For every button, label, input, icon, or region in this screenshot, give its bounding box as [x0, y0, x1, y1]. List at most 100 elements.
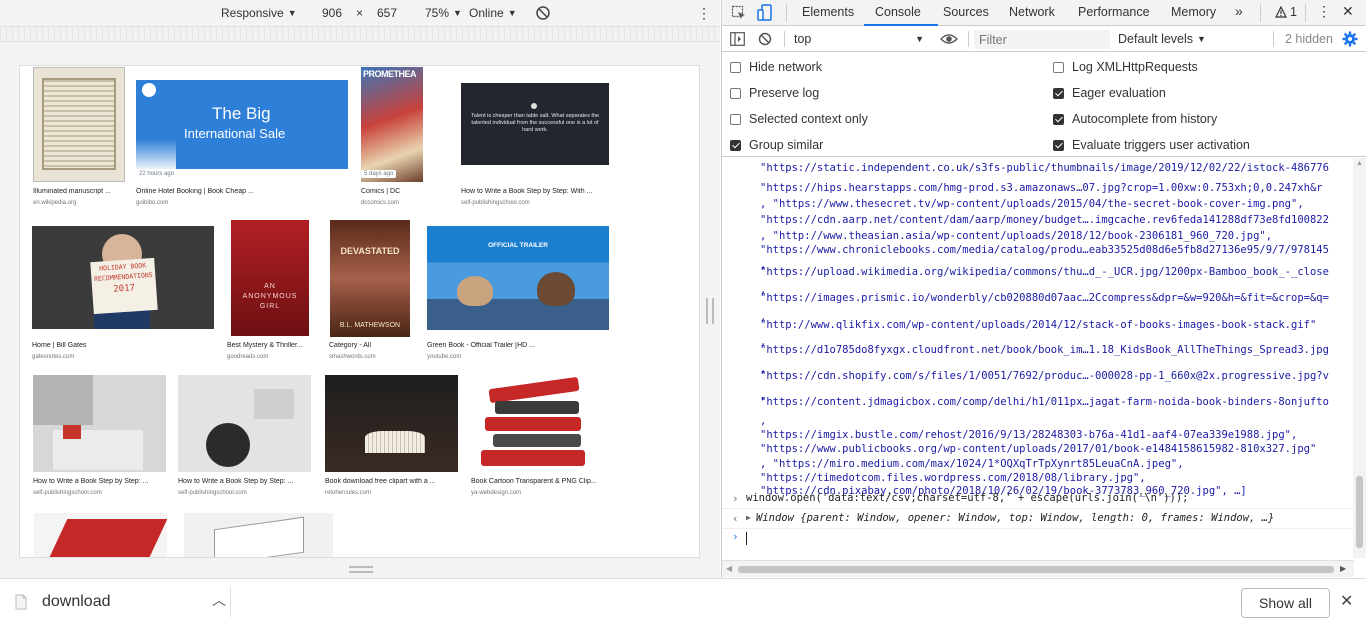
live-expression-button[interactable]	[940, 32, 958, 49]
result-card[interactable]: How to Write a Book Step by Step: ... se…	[178, 375, 311, 497]
console-url-line[interactable]: "https://hips.hearstapps.com/hmg-prod.s3…	[760, 182, 1323, 194]
clear-console-button[interactable]	[758, 32, 772, 49]
height-input[interactable]: 657	[377, 5, 397, 21]
browser-window: Responsive ▼ 906 × 657 75% ▼ Online ▼ ⋮ …	[0, 0, 1366, 623]
preserve-log-checkbox[interactable]: Preserve log	[730, 85, 819, 101]
console-command[interactable]: window.open('data:text/csv;charset=utf-8…	[746, 492, 1189, 504]
tab-separator	[786, 4, 787, 22]
scroll-up-icon[interactable]: ▲	[1356, 160, 1363, 167]
console-url-line[interactable]: , "https://miro.medium.com/max/1024/1*OQ…	[760, 458, 1184, 470]
autocomplete-history-checkbox[interactable]: Autocomplete from history	[1053, 111, 1217, 127]
console-url-line[interactable]: , "https://www.thesecret.tv/wp-content/u…	[760, 198, 1304, 210]
close-shelf-button[interactable]: ✕	[1340, 591, 1353, 611]
console-settings-button[interactable]	[1342, 31, 1358, 50]
console-url-line[interactable]: ,	[760, 415, 766, 427]
console-url-line[interactable]: "https://timedotcom.files.wordpress.com/…	[760, 472, 1146, 484]
log-levels-label: Default levels	[1118, 32, 1194, 46]
checkbox-box[interactable]	[1053, 87, 1064, 99]
height-value: 657	[377, 6, 398, 20]
log-levels-select[interactable]: Default levels ▼	[1118, 32, 1206, 46]
console-url-line[interactable]: , "http://www.theasian.asia/wp-content/u…	[760, 230, 1272, 242]
result-card[interactable]: Talent is cheaper than table salt. What …	[461, 67, 609, 207]
result-card[interactable]	[34, 513, 167, 557]
checkbox-box[interactable]	[730, 61, 741, 73]
checkbox-label: Autocomplete from history	[1072, 112, 1218, 126]
console-url-line[interactable]: "https://cdn.shopify.com/s/files/1/0051/…	[760, 370, 1329, 382]
console-url-line[interactable]: "https://images.prismic.io/wonderbly/cb0…	[760, 292, 1329, 304]
warnings-counter[interactable]: 1	[1275, 5, 1297, 19]
hide-network-checkbox[interactable]: Hide network	[730, 59, 822, 75]
vertical-scrollbar[interactable]: ▲	[1353, 158, 1366, 558]
tab-performance[interactable]: Performance	[1078, 5, 1150, 19]
download-shelf: download ︿ Show all ✕	[0, 578, 1366, 623]
result-card[interactable]: The Big International Sale 22 hours ago …	[136, 67, 350, 207]
customize-devtools-button[interactable]: ⋮	[1317, 3, 1331, 20]
result-card[interactable]: Book Cartoon Transparent & PNG Clip... y…	[471, 375, 607, 497]
checkbox-box[interactable]	[730, 139, 741, 151]
inspect-element-button[interactable]	[731, 5, 747, 24]
group-similar-checkbox[interactable]: Group similar	[730, 137, 823, 153]
result-card[interactable]: Illuminated manuscript ... en.wikipedia.…	[33, 67, 125, 207]
scroll-left-icon[interactable]: ◀	[726, 564, 732, 573]
result-card[interactable]: PROMETHEA 5 days ago Comics | DC dccomic…	[361, 67, 423, 207]
checkbox-box[interactable]	[730, 87, 741, 99]
scrollbar-thumb[interactable]	[1356, 476, 1363, 548]
zoom-select[interactable]: 75% ▼	[425, 5, 462, 21]
result-card[interactable]: Book download free clipart with a ... re…	[325, 375, 458, 497]
log-xhr-checkbox[interactable]: Log XMLHttpRequests	[1053, 59, 1198, 75]
console-url-line[interactable]: "https://content.jdmagicbox.com/comp/del…	[760, 396, 1329, 408]
eager-evaluation-checkbox[interactable]: Eager evaluation	[1053, 85, 1166, 101]
device-select[interactable]: Responsive ▼	[221, 5, 297, 21]
console-url-line[interactable]: "https://imgix.bustle.com/rehost/2016/9/…	[760, 429, 1297, 441]
expand-arrow-icon[interactable]: ▶	[746, 513, 751, 522]
console-url-line[interactable]: "https://static.independent.co.uk/s3fs-p…	[760, 162, 1329, 174]
console-filter-input[interactable]	[974, 30, 1110, 49]
checkbox-box[interactable]	[1053, 113, 1064, 125]
office-image	[33, 375, 166, 472]
width-input[interactable]: 906	[322, 5, 342, 21]
horizontal-scrollbar[interactable]: ◀ ▶	[722, 560, 1354, 577]
close-devtools-button[interactable]: ✕	[1342, 3, 1354, 20]
checkbox-box[interactable]	[1053, 61, 1064, 73]
device-toggle-button[interactable]	[757, 4, 773, 25]
tab-memory[interactable]: Memory	[1171, 5, 1216, 19]
chevron-up-icon[interactable]: ︿	[212, 590, 226, 610]
tab-elements[interactable]: Elements	[802, 5, 854, 19]
rotate-button[interactable]	[535, 5, 551, 21]
evaluate-triggers-checkbox[interactable]: Evaluate triggers user activation	[1053, 137, 1250, 153]
resize-handle-right[interactable]	[706, 298, 714, 324]
scrollbar-thumb[interactable]	[738, 566, 1334, 573]
console-url-line[interactable]: "https://www.publicbooks.org/wp-content/…	[760, 443, 1316, 455]
throttle-select[interactable]: Online ▼	[469, 5, 517, 21]
console-url-line[interactable]: "https://cdn.aarp.net/content/dam/aarp/m…	[760, 214, 1329, 226]
resize-handle-bottom[interactable]	[349, 566, 373, 573]
result-card[interactable]: How to Write a Book Step by Step: ... se…	[33, 375, 166, 497]
console-url-line[interactable]: "https://d1o785do8fyxgx.cloudfront.net/b…	[760, 344, 1329, 356]
emulated-viewport[interactable]: Illuminated manuscript ... en.wikipedia.…	[19, 65, 700, 558]
selected-context-checkbox[interactable]: Selected context only	[730, 111, 868, 127]
result-source: dccomics.com	[361, 200, 400, 206]
checkbox-box[interactable]	[1053, 139, 1064, 151]
tab-network[interactable]: Network	[1009, 5, 1055, 19]
result-card[interactable]	[184, 513, 333, 557]
console-result[interactable]: Window {parent: Window, opener: Window, …	[756, 512, 1274, 524]
console-output[interactable]: "https://static.independent.co.uk/s3fs-p…	[722, 158, 1354, 558]
tab-console[interactable]: Console	[875, 5, 921, 19]
result-card[interactable]: DEVASTATED B.L. MATHEWSON Category - All…	[329, 220, 411, 360]
checkbox-box[interactable]	[730, 113, 741, 125]
more-tabs-button[interactable]: »	[1235, 3, 1243, 19]
console-url-line[interactable]: "https://www.chroniclebooks.com/media/ca…	[760, 244, 1329, 256]
scroll-right-icon[interactable]: ▶	[1340, 564, 1346, 573]
context-select[interactable]: top ▼	[794, 32, 924, 48]
show-all-button[interactable]: Show all	[1241, 588, 1330, 618]
result-card[interactable]: AN ANONYMOUS GIRL Best Mystery & Thrille…	[227, 220, 313, 360]
result-card[interactable]: HOLIDAY BOOK RECOMMENDATIONS 2017 Home |…	[32, 220, 214, 360]
time-ago-badge: 22 hours ago	[136, 170, 178, 178]
tab-sources[interactable]: Sources	[943, 5, 989, 19]
more-options-button[interactable]: ⋮	[697, 5, 711, 21]
download-item[interactable]: download ︿	[14, 588, 230, 616]
console-url-line[interactable]: "http://www.qlikfix.com/wp-content/uploa…	[760, 319, 1316, 331]
result-card[interactable]: OFFICIAL TRAILER Green Book - Official T…	[427, 220, 609, 360]
console-url-line[interactable]: "https://upload.wikimedia.org/wikipedia/…	[760, 266, 1329, 278]
show-sidebar-button[interactable]	[730, 32, 745, 49]
